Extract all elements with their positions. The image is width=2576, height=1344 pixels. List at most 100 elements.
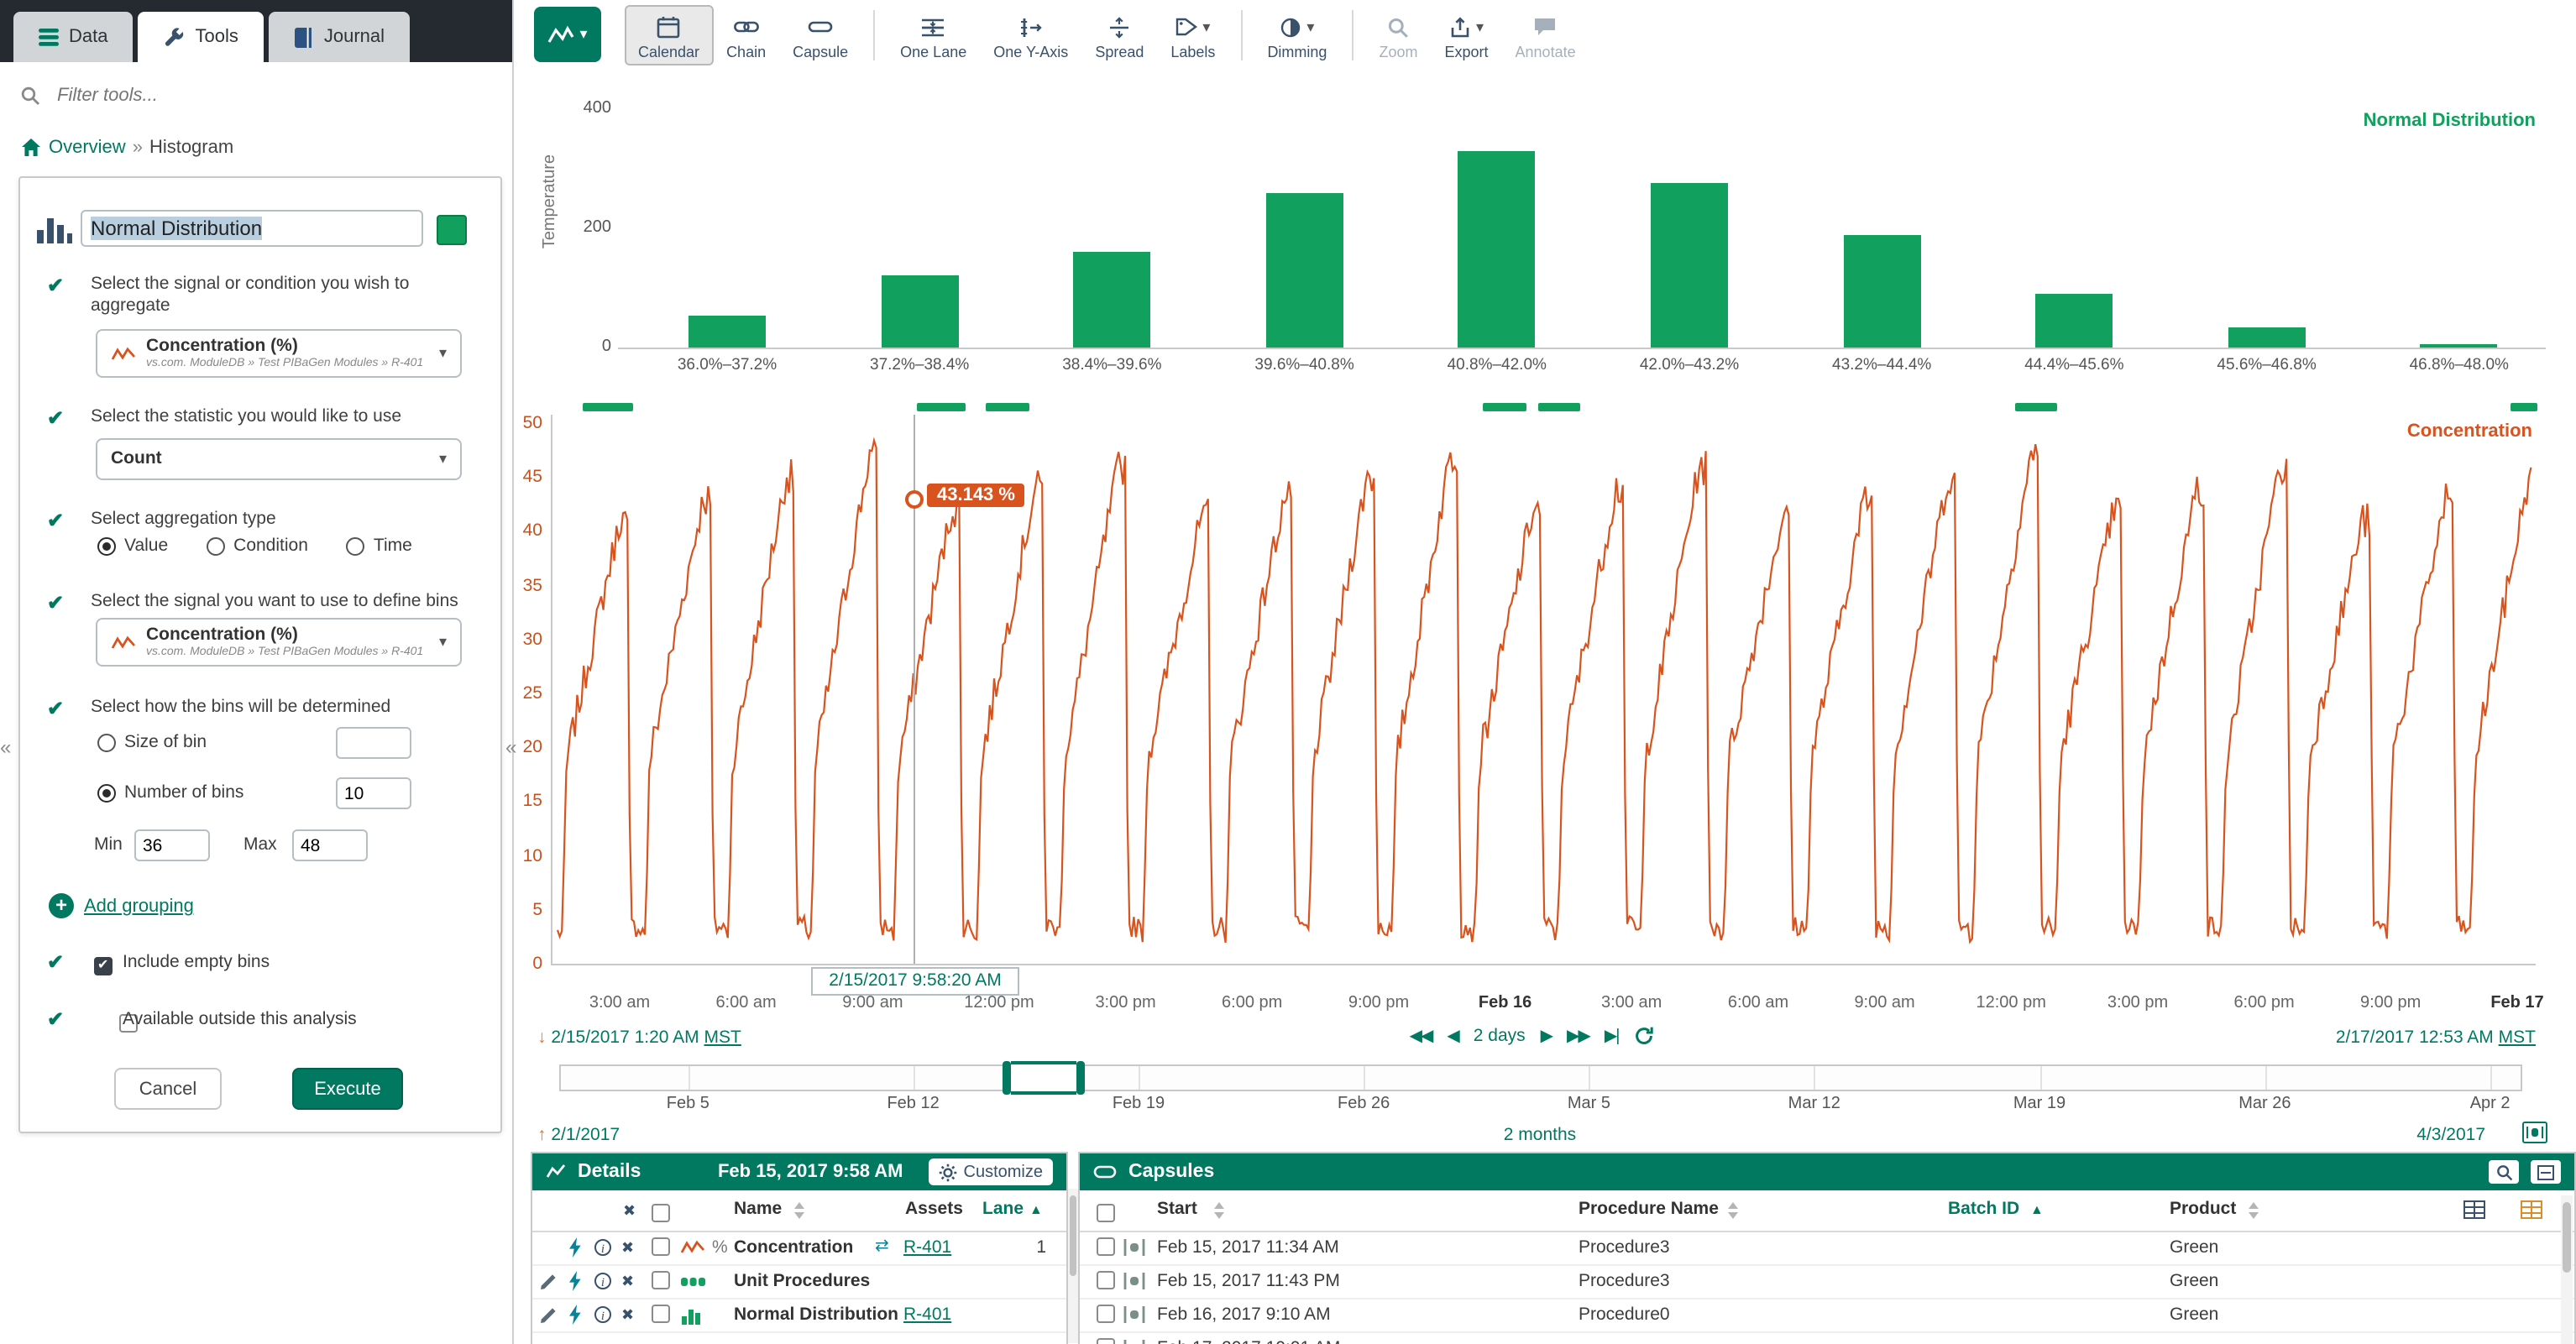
toolbar-one-y-axis-button[interactable]: One Y-Axis (980, 5, 1081, 65)
toolbar-calendar-button[interactable]: Calendar (625, 5, 713, 65)
pencil-icon[interactable] (539, 1273, 558, 1291)
sort-name-icon[interactable] (794, 1202, 804, 1219)
capsule-indicator[interactable] (1483, 403, 1526, 411)
info-icon[interactable]: i (594, 1239, 611, 1256)
toolbar-chain-button[interactable]: Chain (713, 5, 779, 65)
tab-tools[interactable]: Tools (139, 12, 264, 62)
toolbar-spread-button[interactable]: Spread (1081, 5, 1157, 65)
collapse-window-icon[interactable]: « (0, 735, 11, 759)
capsules-scrollbar[interactable] (2561, 1195, 2573, 1344)
remove-item-icon[interactable]: ✖ (621, 1273, 634, 1291)
row-checkbox[interactable] (1097, 1305, 1115, 1323)
bolt-icon[interactable] (568, 1271, 583, 1291)
range-end-timezone-link[interactable]: MST (2499, 1028, 2536, 1048)
size-of-bin-input[interactable] (336, 727, 411, 759)
breadcrumb-overview-link[interactable]: Overview (49, 138, 126, 158)
pencil-icon[interactable] (539, 1306, 558, 1325)
filter-tools-input[interactable] (54, 84, 494, 107)
timebar-track[interactable] (559, 1064, 2522, 1091)
info-icon[interactable]: i (594, 1273, 611, 1289)
row-checkbox[interactable] (1097, 1237, 1115, 1256)
item-name[interactable]: Normal Distribution (734, 1305, 898, 1325)
execute-button[interactable]: Execute (292, 1068, 403, 1110)
histogram-bar[interactable] (1843, 234, 1920, 348)
column-procedure-name[interactable]: Procedure Name (1579, 1199, 1719, 1219)
asset-link[interactable]: R-401 (903, 1237, 951, 1258)
select-all-checkbox[interactable] (1097, 1204, 1115, 1222)
toolbar-annotate-button[interactable]: Annotate (1502, 5, 1589, 65)
capsule-row[interactable]: Feb 15, 2017 11:34 AM Procedure3 Green (1080, 1231, 2574, 1266)
radio-size-of-bin[interactable] (97, 733, 116, 751)
column-batch-id[interactable]: Batch ID (1948, 1199, 2019, 1219)
toolbar-labels-button[interactable]: ▾ Labels (1157, 5, 1228, 65)
nav-to-end-button[interactable]: ▶| (1605, 1027, 1619, 1045)
add-grouping-icon[interactable]: + (49, 893, 74, 918)
tab-data[interactable]: Data (13, 12, 134, 62)
toolbar-zoom-button[interactable]: Zoom (1365, 5, 1431, 65)
aggregate-signal-select[interactable]: Concentration (%) vs.com. ModuleDB » Tes… (96, 329, 462, 378)
radio-number-of-bins[interactable] (97, 783, 116, 802)
sort-lane-asc-icon[interactable]: ▲ (1029, 1202, 1043, 1217)
row-checkbox[interactable] (1097, 1271, 1115, 1289)
histogram-bar[interactable] (2035, 294, 2113, 348)
histogram-bar[interactable] (1651, 184, 1728, 348)
column-lane[interactable]: Lane (982, 1199, 1024, 1219)
add-grouping-link[interactable]: Add grouping (84, 897, 194, 917)
capsule-row[interactable]: Feb 16, 2017 9:10 AM Procedure0 Green (1080, 1298, 2574, 1333)
bolt-icon[interactable] (568, 1305, 583, 1325)
color-swatch-button[interactable] (437, 215, 467, 245)
sort-start-icon[interactable] (1214, 1202, 1224, 1219)
number-of-bins-input[interactable] (336, 777, 411, 809)
collapse-panel-button[interactable] (2531, 1160, 2561, 1184)
select-all-checkbox[interactable] (652, 1204, 670, 1222)
nav-fast-back-button[interactable]: ◀◀ (1410, 1027, 1432, 1045)
bin-signal-select[interactable]: Concentration (%) vs.com. ModuleDB » Tes… (96, 618, 462, 667)
remove-all-icon[interactable]: ✖ (623, 1202, 636, 1221)
table-row[interactable]: i ✖ % Concentration ⇄ R-401 1 (532, 1231, 1066, 1266)
histogram-bar[interactable] (1266, 192, 1343, 348)
column-assets[interactable]: Assets (905, 1199, 963, 1219)
histogram-bar[interactable] (2228, 327, 2306, 348)
bolt-icon[interactable] (568, 1237, 583, 1258)
sort-procedure-icon[interactable] (1728, 1202, 1738, 1219)
radio-value[interactable] (97, 536, 116, 555)
timebar-duration[interactable]: 2 months (1439, 1125, 1641, 1145)
toolbar-dimming-button[interactable]: ▾ Dimming (1254, 5, 1340, 65)
range-start-timezone-link[interactable]: MST (704, 1028, 741, 1048)
row-checkbox[interactable] (652, 1271, 670, 1289)
histogram-bar[interactable] (1073, 252, 1150, 348)
histogram-legend[interactable]: Normal Distribution (2217, 111, 2536, 131)
table-row[interactable]: i ✖ Unit Procedures (532, 1264, 1066, 1300)
tab-journal[interactable]: Journal (269, 12, 410, 62)
zoom-to-capsule-button[interactable] (2489, 1160, 2519, 1184)
histogram-name-input[interactable]: Normal Distribution (81, 210, 423, 247)
scrollbar-thumb[interactable] (1070, 1195, 1076, 1276)
min-input[interactable] (134, 829, 210, 861)
histogram-bar[interactable] (2421, 344, 2498, 348)
info-icon[interactable]: i (594, 1306, 611, 1323)
max-input[interactable] (292, 829, 368, 861)
home-icon[interactable] (20, 138, 42, 158)
details-scrollbar[interactable] (1068, 1189, 1078, 1343)
capsule-indicator[interactable] (917, 403, 966, 411)
earlier-arrow-icon[interactable]: ↓ (537, 1028, 547, 1048)
select-columns-icon[interactable] (2463, 1200, 2485, 1219)
view-mode-button[interactable]: ▾ (534, 7, 601, 62)
scrollbar-thumb[interactable] (2563, 1202, 2571, 1273)
nav-back-button[interactable]: ◀ (1447, 1027, 1458, 1045)
trend-plot[interactable] (551, 415, 2536, 965)
row-checkbox[interactable] (1097, 1338, 1115, 1344)
customize-button[interactable]: Customize (929, 1158, 1054, 1185)
toolbar-capsule-button[interactable]: Capsule (779, 5, 861, 65)
radio-condition[interactable] (207, 536, 225, 555)
nav-forward-button[interactable]: ▶ (1541, 1027, 1552, 1045)
item-name[interactable]: Unit Procedures (734, 1271, 870, 1291)
column-start[interactable]: Start (1157, 1199, 1197, 1219)
item-name[interactable]: Concentration (734, 1237, 853, 1258)
concentration-signal-line[interactable] (558, 441, 2531, 943)
table-row[interactable]: i ✖ Normal Distribution R-401 (532, 1298, 1066, 1333)
sort-product-icon[interactable] (2249, 1202, 2259, 1219)
nav-step-label[interactable]: 2 days (1474, 1026, 1526, 1046)
statistic-select[interactable]: Count ▾ (96, 438, 462, 480)
histogram-bar[interactable] (1458, 151, 1536, 348)
